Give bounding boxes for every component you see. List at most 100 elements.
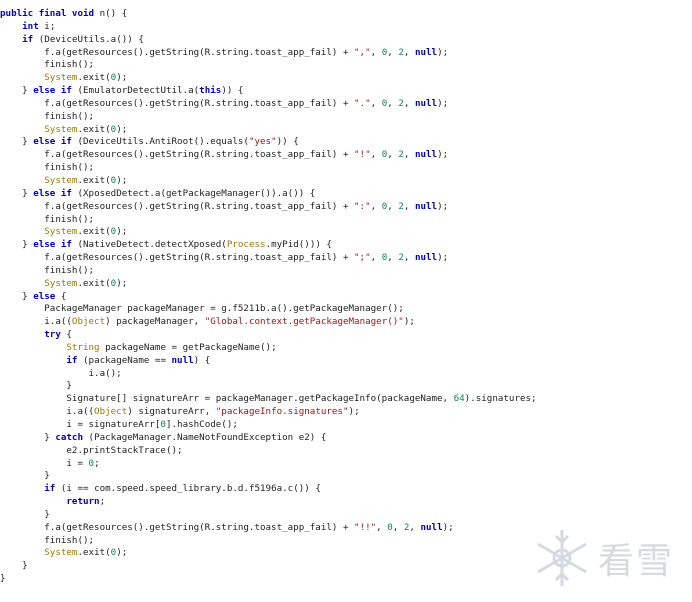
code-token: , <box>403 46 415 58</box>
code-token: try <box>44 329 61 341</box>
code-token: , <box>403 97 415 109</box>
code-token: (PackageManager.NameNotFoundException e2… <box>83 431 327 443</box>
code-token: .exit( <box>77 123 111 135</box>
code-token: , <box>387 97 399 109</box>
code-token: , <box>387 200 399 212</box>
code-token: , <box>392 521 404 533</box>
code-token: Object <box>71 316 106 328</box>
code-token: 64 <box>453 393 465 405</box>
code-token: else if <box>33 187 72 199</box>
code-token: } <box>0 85 34 97</box>
code-line: if (i == com.speed.speed_library.b.d.f51… <box>0 483 692 496</box>
code-line: i.a(); <box>0 368 692 381</box>
code-token: ); <box>116 72 128 84</box>
code-token: n() { <box>94 8 128 19</box>
code-token: ) signatureArr, <box>127 406 216 418</box>
code-line: public final void n() { <box>0 8 692 21</box>
code-token: ); <box>116 226 128 238</box>
code-token: else if <box>33 136 72 148</box>
code-token: , <box>370 252 382 264</box>
code-line: Signature[] signatureArr = packageManage… <box>0 393 692 406</box>
code-token: f.a(getResources().getString(R.string.to… <box>0 200 355 212</box>
code-token: i.a(( <box>0 316 72 328</box>
code-token: null <box>171 354 194 366</box>
code-token: (DeviceUtils.AntiRoot().equals( <box>71 136 249 148</box>
code-token: Signature[] signatureArr = packageManage… <box>0 393 454 405</box>
code-token: System <box>44 123 78 135</box>
code-line: i = signatureArr[0].hashCode(); <box>0 419 692 432</box>
code-token: ":" <box>354 200 371 212</box>
code-token: return <box>66 496 100 508</box>
code-token: int <box>22 20 39 32</box>
code-line: } else if (EmulatorDetectUtil.a(this)) { <box>0 85 692 98</box>
snowflake-icon <box>537 530 587 586</box>
code-token: )) { <box>221 85 244 97</box>
code-line: PackageManager packageManager = g.f5211b… <box>0 303 692 316</box>
code-token: "!" <box>354 149 371 161</box>
code-line: f.a(getResources().getString(R.string.to… <box>0 98 692 111</box>
code-token: i = signatureArr[ <box>0 419 161 430</box>
code-line: if (DeviceUtils.a()) { <box>0 34 692 47</box>
code-line: } else if (NativeDetect.detectXposed(Pro… <box>0 239 692 252</box>
code-token: ); <box>403 316 415 328</box>
code-token: } <box>0 380 72 392</box>
code-line: } catch (PackageManager.NameNotFoundExce… <box>0 432 692 445</box>
code-token: ";" <box>354 252 371 264</box>
code-token: ; <box>94 457 100 469</box>
code-token: , <box>387 252 399 264</box>
code-token: else <box>33 290 56 302</box>
code-token: ); <box>348 406 360 418</box>
code-token: null <box>414 200 438 212</box>
code-line: e2.printStackTrace(); <box>0 445 692 458</box>
code-line: f.a(getResources().getString(R.string.to… <box>0 252 692 265</box>
code-token: .exit( <box>77 547 111 559</box>
code-line: System.exit(0); <box>0 278 692 291</box>
code-line: } <box>0 470 692 483</box>
code-token: if <box>22 33 34 45</box>
code-token: } <box>0 239 34 251</box>
code-line: i.a((Object) packageManager, "Global.con… <box>0 316 692 329</box>
code-token: null <box>414 46 438 58</box>
code-line: finish(); <box>0 214 692 227</box>
code-token: { <box>55 290 67 302</box>
code-token: , <box>387 46 399 58</box>
code-token: System <box>44 547 78 559</box>
code-token: else if <box>33 239 72 251</box>
code-token: Process <box>226 239 266 251</box>
code-token: .exit( <box>77 277 111 289</box>
code-token: (EmulatorDetectUtil.a( <box>71 85 200 97</box>
code-token: i; <box>38 20 56 32</box>
code-line: System.exit(0); <box>0 124 692 137</box>
code-token: ); <box>442 521 454 533</box>
code-token: )) { <box>276 136 299 148</box>
code-token: "," <box>354 46 371 58</box>
code-token: } <box>0 431 56 443</box>
code-token: ); <box>437 97 449 109</box>
code-token: "yes" <box>248 136 277 148</box>
code-token: (i == com.speed.speed_library.b.d.f5196a… <box>55 483 321 495</box>
code-token: f.a(getResources().getString(R.string.to… <box>0 46 355 58</box>
code-token: finish(); <box>0 110 95 122</box>
code-token: ); <box>437 200 449 212</box>
code-token: finish(); <box>0 59 95 71</box>
code-token: ); <box>116 277 128 289</box>
code-token: ); <box>437 46 449 58</box>
code-token: if <box>66 354 78 366</box>
code-token: System <box>44 226 78 238</box>
code-token: { <box>60 329 72 341</box>
code-token: } <box>0 508 50 520</box>
code-token: (packageName == <box>77 354 172 366</box>
code-line: } else if (DeviceUtils.AntiRoot().equals… <box>0 136 692 149</box>
code-line: System.exit(0); <box>0 226 692 239</box>
code-token: } <box>0 560 28 572</box>
code-line: finish(); <box>0 265 692 278</box>
code-token: ); <box>116 547 128 559</box>
